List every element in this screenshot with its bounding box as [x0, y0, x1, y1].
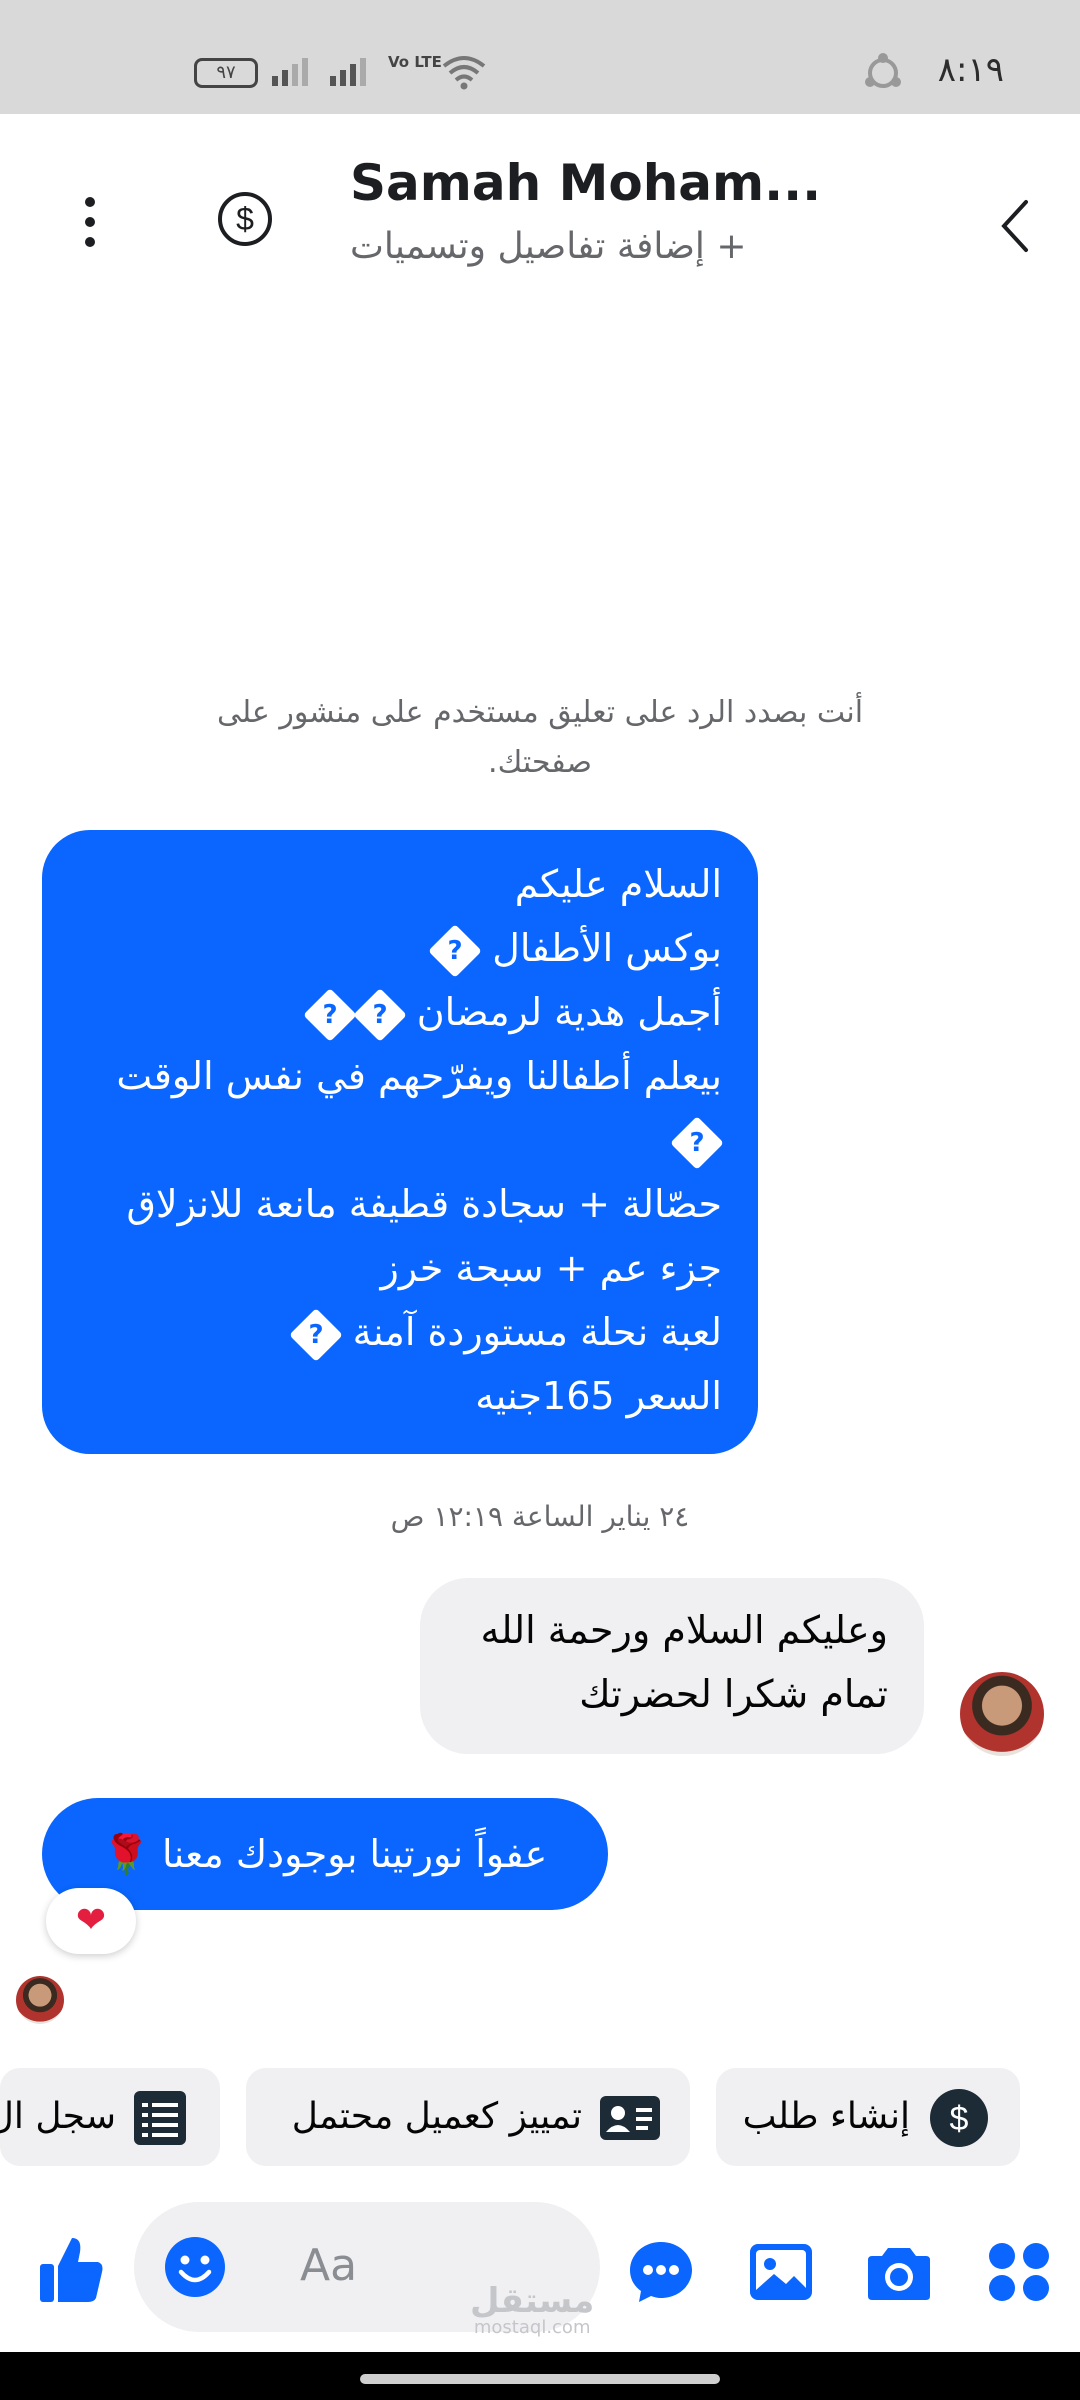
camera-icon[interactable]: [866, 2240, 932, 2304]
svg-text:$: $: [950, 2100, 969, 2138]
message-bubble-thanks[interactable]: عفواً نورتينا بوجودك معنا 🌹: [42, 1798, 608, 1910]
message-line: جزء عم + سبحة خرز: [380, 1246, 722, 1290]
message-line: السلام عليكم: [514, 862, 722, 906]
payment-dollar-icon[interactable]: $: [216, 190, 274, 248]
home-gesture-handle[interactable]: [360, 2374, 720, 2384]
battery-level: ٩٧: [216, 62, 236, 83]
history-label: سجل ال: [0, 2096, 116, 2137]
message-bubble-offer[interactable]: السلام عليكم بوكس الأطفال ? أجمل هدية لر…: [42, 830, 758, 1454]
message-line: بيعلم أطفالنا ويفرّحهم في نفس الوقت: [78, 1044, 722, 1108]
message-line-text: بوكس الأطفال: [492, 926, 722, 970]
message-line: ?: [78, 1108, 724, 1172]
message-line: لعبة نحلة مستوردة آمنة ?: [78, 1300, 722, 1364]
back-chevron-icon[interactable]: [990, 194, 1040, 258]
message-line: حصّالة + سجادة قطيفة مانعة للانزلاق: [126, 1182, 722, 1226]
unknown-glyph-icon: ?: [288, 1307, 343, 1362]
watermark-latin: mostaql.com: [473, 2317, 591, 2338]
unknown-glyph: ?: [689, 1127, 705, 1158]
chat-bubble-icon[interactable]: [628, 2240, 694, 2304]
create-order-button[interactable]: $ إنشاء طلب: [716, 2068, 1020, 2166]
battery-icon: ٩٧: [194, 58, 258, 88]
list-document-icon: [134, 2091, 186, 2145]
sync-icon: [865, 53, 901, 88]
signal-icon-2: [330, 58, 366, 86]
thumbs-up-icon[interactable]: [38, 2234, 104, 2304]
tag-lead-label: تمييز كعميل محتمل: [291, 2096, 582, 2137]
create-order-label: إنشاء طلب: [742, 2096, 910, 2137]
tag-lead-button[interactable]: تمييز كعميل محتمل: [246, 2068, 690, 2166]
more-apps-icon[interactable]: [986, 2240, 1052, 2304]
emoji-icon[interactable]: [164, 2236, 226, 2298]
seen-avatar: [16, 1976, 64, 2024]
message-line: أجمل هدية لرمضان ??: [78, 980, 722, 1044]
system-nav-bar: [0, 2352, 1080, 2400]
message-line: تمام شكرا لحضرتك: [579, 1672, 888, 1716]
unknown-glyph-icon: ?: [428, 923, 483, 978]
chat-header: $ Samah Moham... + إضافة تفاصيل وتسميات: [0, 114, 1080, 314]
sender-avatar[interactable]: [960, 1672, 1044, 1756]
dollar-circle-icon: $: [930, 2089, 988, 2147]
message-line-text: بيعلم أطفالنا ويفرّحهم في نفس الوقت: [116, 1054, 722, 1098]
message-input-placeholder: Aa: [300, 2240, 358, 2291]
volte-indicator: Vo LTE: [388, 53, 442, 71]
message-line: وعليكم السلام ورحمة الله: [480, 1608, 888, 1652]
unknown-glyph: ?: [308, 1319, 324, 1350]
status-bar: ٩٧ Vo LTE ٨:١٩: [0, 0, 1080, 114]
message-line-text: أجمل هدية لرمضان: [416, 990, 722, 1034]
clock: ٨:١٩: [937, 50, 1004, 90]
message-bubble-reply[interactable]: وعليكم السلام ورحمة الله تمام شكرا لحضرت…: [420, 1578, 924, 1754]
message-line-text: لعبة نحلة مستوردة آمنة: [352, 1310, 722, 1354]
signal-icon: [272, 58, 308, 86]
svg-text:$: $: [236, 201, 254, 237]
watermark-logo: مستقل mostaql.com: [470, 2284, 594, 2338]
history-button[interactable]: سجل ال: [0, 2068, 220, 2166]
unknown-glyph: ?: [447, 935, 463, 966]
message-line: السعر 165جنيه: [475, 1374, 722, 1418]
contact-name[interactable]: Samah Moham...: [350, 154, 821, 212]
message-line: بوكس الأطفال ?: [78, 916, 722, 980]
watermark-arabic: مستقل: [470, 2281, 595, 2321]
unknown-glyph-icon: ?: [670, 1115, 724, 1170]
more-options-icon[interactable]: [80, 194, 100, 250]
unknown-glyph: ?: [372, 999, 388, 1030]
heart-reaction-icon[interactable]: ❤: [46, 1888, 136, 1954]
unknown-glyph: ?: [322, 999, 338, 1030]
unknown-glyph-icon: ?: [352, 987, 407, 1042]
unknown-glyph-icon: ?: [302, 987, 357, 1042]
message-timestamp: ٢٤ يناير الساعة ١٢:١٩ ص: [390, 1500, 690, 1533]
reply-context-notice: أنت بصدد الرد على تعليق مستخدم على منشور…: [216, 695, 864, 780]
contact-card-icon: [600, 2096, 660, 2140]
wifi-icon: [442, 56, 486, 90]
gallery-image-icon[interactable]: [748, 2240, 814, 2304]
add-details-link[interactable]: + إضافة تفاصيل وتسميات: [350, 226, 747, 267]
